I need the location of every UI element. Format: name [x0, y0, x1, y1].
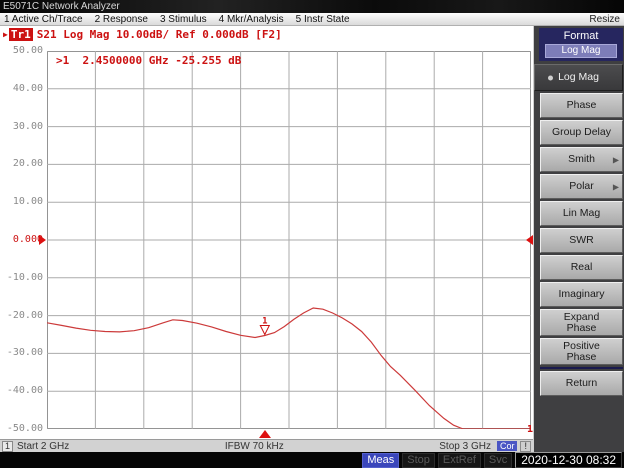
y-tick-label: -10.00 [6, 271, 43, 283]
current-format-value: Log Mag [545, 44, 617, 58]
menu-item-active-ch-trace[interactable]: 1 Active Ch/Trace [4, 14, 83, 25]
menu-bar: 1 Active Ch/Trace 2 Response 3 Stimulus 4 M… [0, 13, 624, 26]
softkey-label: Smith [568, 153, 595, 165]
instrument-screen: ▶ Tr1 S21 Log Mag 10.00dB/ Ref 0.000dB [… [0, 26, 533, 452]
y-tick-label: 30.00 [12, 120, 43, 132]
ifbw-value: IFBW 70 kHz [224, 440, 284, 452]
softkey-buttons: Log Mag Phase Group Delay Smith ▶ Polar ▶ Lin M… [534, 64, 624, 396]
y-tick-label: -50.00 [6, 423, 43, 434]
active-trace-arrow-icon: ▶ [3, 30, 8, 39]
menu-items: 1 Active Ch/Trace 2 Response 3 Stimulus 4 M… [4, 14, 350, 25]
trace-badge: Tr1 [8, 28, 33, 41]
softkey-label: Real [570, 261, 593, 273]
network-analyzer-window: E5071C Network Analyzer 1 Active Ch/Trac… [0, 0, 624, 468]
meas-status: Meas [362, 452, 400, 468]
status-bar: Meas Stop ExtRef Svc 2020-12-30 08:32 [0, 452, 624, 468]
y-tick-label: 40.00 [12, 82, 43, 94]
stop-status: Stop [402, 452, 435, 468]
softkey-label: Phase [566, 99, 597, 111]
softkey-positive-phase[interactable]: Positive Phase [540, 338, 623, 365]
menu-item-mkr-analysis[interactable]: 4 Mkr/Analysis [219, 14, 284, 25]
softkey-lin-mag[interactable]: Lin Mag [540, 201, 623, 226]
y-tick-label: 0.000 [12, 234, 43, 245]
ref-level-arrow-right-icon[interactable] [526, 235, 533, 245]
menu-item-response[interactable]: 2 Response [95, 14, 148, 25]
softkey-imaginary[interactable]: Imaginary [540, 282, 623, 307]
submenu-arrow-icon: ▶ [612, 155, 619, 164]
window-title: E5071C Network Analyzer [3, 1, 120, 12]
softkey-menu-header: Format Log Mag [539, 28, 623, 61]
submenu-arrow-icon: ▶ [612, 182, 619, 191]
softkey-log-mag[interactable]: Log Mag [534, 64, 623, 91]
softkey-polar[interactable]: Polar ▶ [540, 174, 623, 199]
trace-end-label: 1 [527, 424, 534, 435]
stop-frequency: Stop 3 GHz [439, 440, 491, 452]
date-time: 2020-12-30 08:32 [515, 452, 622, 468]
y-tick-label: -40.00 [6, 385, 43, 397]
y-tick-label: -30.00 [6, 347, 43, 359]
svc-status: Svc [483, 452, 513, 468]
correction-badge: Cor [496, 441, 518, 451]
y-tick-label: 10.00 [12, 196, 43, 208]
alert-badge: ! [520, 440, 531, 452]
menu-item-stimulus[interactable]: 3 Stimulus [160, 14, 207, 25]
stimulus-marker-icon[interactable] [258, 430, 271, 438]
trace-format-text: S21 Log Mag 10.00dB/ Ref 0.000dB [F2] [36, 28, 282, 41]
extref-status: ExtRef [437, 452, 481, 468]
menu-title: Format [563, 30, 599, 42]
resize-button[interactable]: Resize [589, 14, 620, 25]
marker-readout: >1 2.4500000 GHz -25.255 dB [56, 54, 242, 67]
softkey-label: Log Mag [558, 71, 599, 83]
softkey-real[interactable]: Real [540, 255, 623, 280]
softkey-panel: Format Log Mag Log Mag Phase Group Delay Sm… [533, 26, 624, 452]
softkey-label: Imaginary [558, 288, 605, 300]
softkey-expand-phase[interactable]: Expand Phase [540, 309, 623, 336]
softkey-label: Return [565, 377, 598, 389]
ref-level-arrow-left-icon[interactable] [39, 235, 46, 245]
graticule-svg: 1 [47, 51, 531, 429]
y-tick-label: 20.00 [12, 158, 43, 170]
title-bar: E5071C Network Analyzer [0, 0, 624, 13]
channel-number[interactable]: 1 [2, 440, 14, 452]
softkey-smith[interactable]: Smith ▶ [540, 147, 623, 172]
softkey-return[interactable]: Return [540, 371, 623, 396]
softkey-label: SWR [569, 234, 594, 246]
softkey-swr[interactable]: SWR [540, 228, 623, 253]
softkey-label: Group Delay [552, 126, 611, 138]
softkey-divider [540, 367, 623, 369]
channel-status-strip: 1 Start 2 GHz IFBW 70 kHz Stop 3 GHz Cor… [0, 439, 533, 452]
softkey-label: Polar [569, 180, 594, 192]
softkey-label: Lin Mag [562, 207, 601, 219]
trace-status-line: ▶ Tr1 S21 Log Mag 10.00dB/ Ref 0.000dB [… [3, 28, 282, 41]
marker-1-number: 1 [262, 317, 267, 327]
y-tick-label: 50.00 [12, 45, 43, 56]
selected-bullet-icon [548, 75, 553, 80]
y-tick-label: -20.00 [6, 309, 43, 321]
softkey-label: Positive Phase [563, 339, 600, 363]
start-frequency: Start 2 GHz [17, 440, 70, 452]
softkey-label: Expand Phase [563, 310, 600, 334]
softkey-group-delay[interactable]: Group Delay [540, 120, 623, 145]
softkey-phase[interactable]: Phase [540, 93, 623, 118]
menu-item-instr-state[interactable]: 5 Instr State [296, 14, 350, 25]
